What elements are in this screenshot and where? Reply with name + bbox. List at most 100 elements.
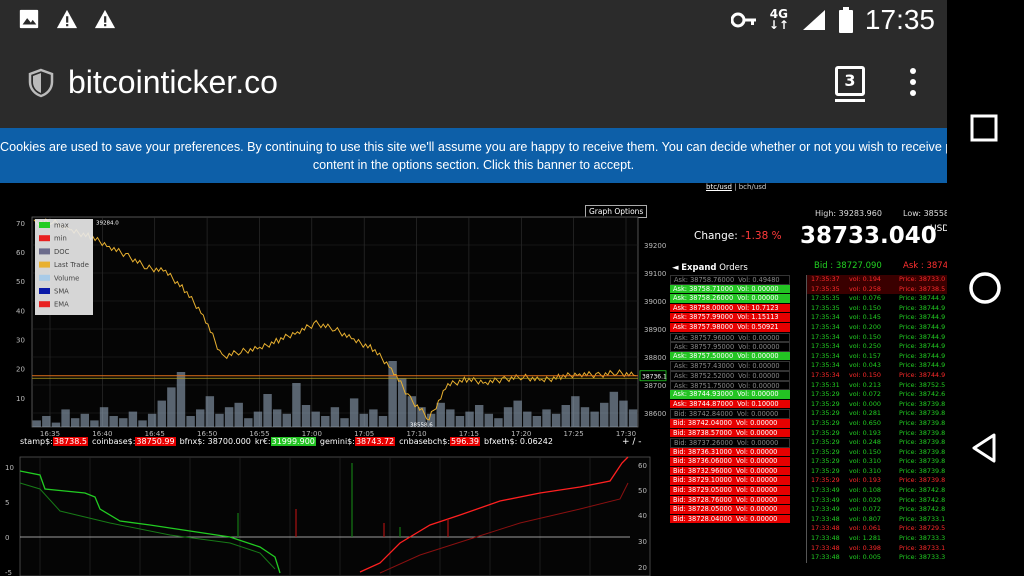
exchange-price: stamp$:38738.5 <box>20 437 88 446</box>
order-row[interactable]: Bid: 38736.31000 Vol: 0.00000 <box>670 447 790 458</box>
volume-bar <box>70 418 80 427</box>
pair-btc-usd[interactable]: btc/usd <box>706 183 732 191</box>
x-tick-label: 16:50 <box>197 430 217 437</box>
volume-bar <box>600 402 609 427</box>
order-row[interactable]: Ask: 38758.76000 Vol: 0.49480 <box>670 275 790 285</box>
signal-icon <box>802 10 825 30</box>
exchange-price: gemini$:38743.72 <box>319 437 396 446</box>
x-tick-label: 17:20 <box>511 430 531 437</box>
x-tick-label: 17:10 <box>406 430 426 437</box>
order-row[interactable]: Bid: 38736.06000 Vol: 0.00000 <box>670 457 790 467</box>
trade-row: 17:35:29 vol: 0.248 Price: 38739.8 <box>811 438 946 447</box>
order-row[interactable]: Ask: 38757.99000 Vol: 1.15113 <box>670 313 790 323</box>
trade-row: 17:35:34 vol: 0.150 Price: 38744.9 <box>811 370 946 379</box>
order-row[interactable]: Ask: 38752.52000 Vol: 0.00000 <box>670 370 790 381</box>
trade-row: 17:33:49 vol: 0.072 Price: 38742.8 <box>811 505 946 514</box>
volume-bar <box>311 411 320 427</box>
recent-apps-icon[interactable] <box>969 113 999 143</box>
trade-row: 17:33:48 vol: 1.281 Price: 38733.3 <box>811 534 946 543</box>
order-row[interactable]: Bid: 38728.76000 Vol: 0.00000 <box>670 495 790 506</box>
volume-bar <box>119 418 128 427</box>
volume-bar <box>446 409 455 427</box>
tab-switcher-underline <box>835 99 865 102</box>
y-left-tick-label: 20 <box>16 366 25 374</box>
trade-row: 17:35:29 vol: 0.281 Price: 38739.8 <box>811 409 946 418</box>
order-row[interactable]: Ask: 38758.00000 Vol: 10.7123 <box>670 303 790 314</box>
depth-y-right-tick: 20 <box>638 564 647 572</box>
cookie-banner[interactable]: Cookies are used to save your preference… <box>0 128 947 183</box>
volume-bar <box>51 422 61 427</box>
legend-label: EMA <box>54 301 69 309</box>
home-icon[interactable] <box>967 270 1003 306</box>
high-stat: High: 39283.960 <box>815 209 882 218</box>
price-chart[interactable]: 16:35 16:40 16:45 16:50 16:55 17:00 17:05 17:10… <box>0 205 668 437</box>
exchange-price: bfnx$: 38700.000 <box>179 437 251 446</box>
order-row[interactable]: Bid: 38728.05000 Vol: 0.00000 <box>670 505 790 515</box>
volume-bar <box>109 416 118 427</box>
order-row[interactable]: Bid: 38738.57000 Vol: 0.00000 <box>670 428 790 439</box>
depth-y-left-tick: 10 <box>5 464 14 472</box>
exchange-price-bar: stamp$:38738.5 coinbase$:38750.99 bfnx$: 3… <box>20 437 557 446</box>
volume-bar <box>147 413 157 427</box>
shield-icon[interactable] <box>28 68 54 98</box>
trade-row: 17:35:35 vol: 0.258 Price: 38738.5 <box>807 284 947 295</box>
x-tick-label: 17:15 <box>459 430 479 437</box>
trade-row: 17:35:34 vol: 0.250 Price: 38744.9 <box>811 342 946 351</box>
trade-row: 17:33:48 vol: 0.005 Price: 38733.3 <box>811 553 946 562</box>
trade-row: 17:35:29 vol: 0.650 Price: 38739.8 <box>811 418 946 427</box>
legend-swatch <box>39 235 50 242</box>
depth-chart[interactable]: 1050-56050403020 <box>0 453 668 576</box>
x-tick-label: 17:30 <box>616 430 636 437</box>
order-row[interactable]: Ask: 38757.96000 Vol: 0.00000 <box>670 332 790 343</box>
order-row[interactable]: Ask: 38744.87000 Vol: 0.10000 <box>670 399 790 410</box>
min-annotation: 38558.6 <box>410 422 433 428</box>
volume-bar <box>234 402 243 427</box>
volume-bar <box>359 413 368 427</box>
back-icon[interactable] <box>969 432 999 464</box>
depth-y-left-tick: -5 <box>5 569 12 576</box>
image-icon <box>19 9 39 29</box>
y-right-tick-label: 39100 <box>644 270 666 278</box>
trade-row: 17:35:29 vol: 0.150 Price: 38739.8 <box>811 447 946 456</box>
order-row[interactable]: Bid: 38729.10000 Vol: 0.00000 <box>670 476 790 487</box>
order-row[interactable]: Ask: 38757.98000 Vol: 0.50921 <box>670 322 790 333</box>
legend-label: Volume <box>54 274 79 282</box>
pair-bch-usd[interactable]: bch/usd <box>739 183 767 191</box>
plot-area <box>31 216 639 428</box>
order-row[interactable]: Ask: 38757.95000 Vol: 0.00000 <box>670 342 790 352</box>
order-row[interactable]: Bid: 38737.26000 Vol: 0.00000 <box>670 438 790 448</box>
volume-bar <box>532 416 542 427</box>
volume-bar <box>340 418 349 427</box>
order-row[interactable]: Bid: 38742.04000 Vol: 0.00000 <box>670 418 790 429</box>
order-row[interactable]: Ask: 38757.43000 Vol: 0.00000 <box>670 361 790 371</box>
order-row[interactable]: Ask: 38758.26000 Vol: 0.00000 <box>670 294 790 304</box>
volume-bar <box>378 416 388 427</box>
order-row[interactable]: Bid: 38742.84000 Vol: 0.00000 <box>670 409 790 419</box>
expand-orders-toggle[interactable]: ◄ Expand Orders <box>672 263 748 273</box>
y-right-tick-label: 38600 <box>644 410 666 418</box>
menu-dots-icon[interactable] <box>905 68 921 100</box>
exchange-price: bfxeth$: 0.06242 <box>484 437 553 446</box>
depth-y-right-tick: 60 <box>638 462 647 470</box>
order-row[interactable]: Ask: 38757.50000 Vol: 0.00000 <box>670 351 790 362</box>
order-row[interactable]: Ask: 38751.75000 Vol: 0.00000 <box>670 380 790 391</box>
trade-row: 17:35:34 vol: 0.200 Price: 38744.9 <box>811 322 946 331</box>
order-row[interactable]: Ask: 38744.93000 Vol: 0.00000 <box>670 390 790 400</box>
order-row[interactable]: Bid: 38728.04000 Vol: 0.00000 <box>670 514 790 525</box>
order-row[interactable]: Bid: 38732.96000 Vol: 0.00000 <box>670 466 790 477</box>
volume-bar <box>99 407 109 427</box>
order-row[interactable]: Bid: 38729.05000 Vol: 0.00000 <box>670 486 790 496</box>
volume-bar <box>513 400 522 427</box>
cookie-text-line1: Cookies are used to save your preference… <box>0 140 947 154</box>
key-icon <box>730 12 756 28</box>
volume-bar <box>619 400 628 427</box>
y-left-tick-label: 30 <box>16 337 25 345</box>
tab-switcher-button[interactable]: 3 <box>835 66 865 96</box>
order-row[interactable]: Ask: 38758.71000 Vol: 0.00000 <box>670 284 790 295</box>
bid-stat: Bid : 38727.090 <box>814 261 882 271</box>
order-book: Ask: 38758.76000 Vol: 0.49480 Ask: 38758.7… <box>670 275 790 525</box>
url-field[interactable]: bitcointicker.co <box>68 64 278 101</box>
volume-bar <box>292 383 301 427</box>
volume-bar <box>32 420 41 427</box>
zoom-toggle[interactable]: + / - <box>622 437 642 447</box>
